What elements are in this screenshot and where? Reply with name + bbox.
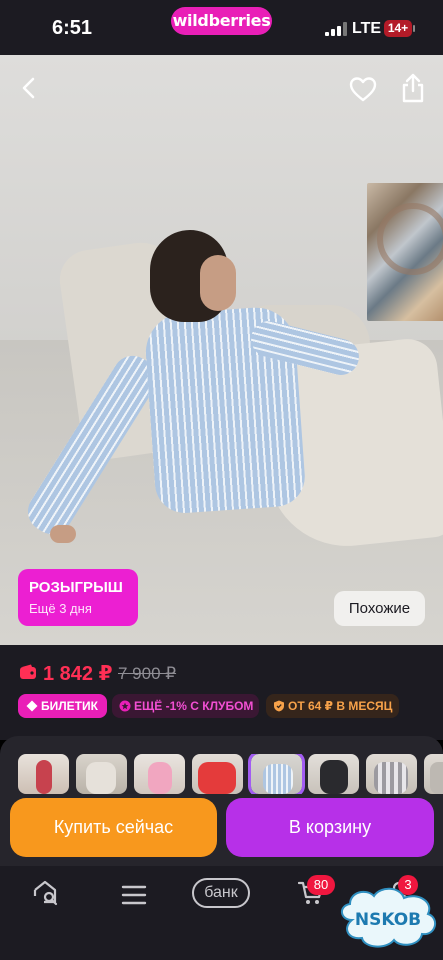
old-price: 7 900 ₽ (118, 664, 177, 683)
buy-now-button[interactable]: Купить сейчас (10, 798, 217, 857)
variant-thumb[interactable] (308, 754, 359, 794)
catalog-icon[interactable] (121, 884, 147, 906)
current-price: 1 842 ₽ (43, 663, 113, 685)
variant-thumb[interactable] (424, 754, 443, 794)
bank-tab-label: банк (204, 884, 238, 901)
promo-title: РОЗЫГРЫШ (29, 579, 123, 596)
club-icon (119, 700, 131, 712)
nskob-watermark: NSKOB (334, 882, 442, 952)
promo-subtitle: Ещё 3 дня (29, 601, 92, 616)
photo-face (200, 255, 236, 311)
product-photo[interactable] (0, 55, 443, 645)
add-to-cart-label: В корзину (288, 817, 372, 837)
similar-label: Похожие (348, 600, 411, 617)
ticket-icon (26, 700, 38, 712)
status-bar: 6:51 wildberries LTE 14+ (0, 0, 443, 55)
promo-giveaway-badge[interactable]: РОЗЫГРЫШ Ещё 3 дня (18, 569, 138, 626)
battery-level: 14+ (387, 21, 409, 35)
photo-hand (50, 525, 76, 543)
bank-tab[interactable]: банк (192, 878, 250, 908)
logo-text: wildberries (172, 11, 271, 30)
share-icon[interactable] (400, 72, 426, 104)
cart-badge-count: 80 (313, 877, 329, 892)
heart-icon[interactable] (348, 74, 378, 104)
buy-now-label: Купить сейчас (53, 817, 174, 837)
shield-icon (274, 700, 284, 712)
photo-painting (367, 183, 443, 321)
battery-icon: 14+ (384, 20, 412, 37)
cart-badge: 80 (307, 875, 335, 895)
back-icon[interactable] (16, 75, 42, 101)
variant-thumb-selected[interactable] (248, 754, 305, 794)
variant-thumb[interactable] (366, 754, 417, 794)
wildberries-logo: wildberries (171, 7, 272, 35)
club-discount-chip[interactable]: ЕЩЁ -1% С КЛУБОМ (112, 694, 259, 718)
add-to-cart-button[interactable]: В корзину (226, 798, 434, 857)
variant-thumb[interactable] (76, 754, 127, 794)
wallet-icon (19, 664, 37, 680)
battery-tip (413, 25, 415, 32)
ticket-chip[interactable]: БИЛЕТИК (18, 694, 107, 718)
similar-button[interactable]: Похожие (334, 591, 425, 626)
color-variants-list[interactable] (18, 754, 443, 794)
ticket-chip-label: БИЛЕТИК (41, 699, 98, 713)
variant-thumb[interactable] (192, 754, 243, 794)
status-time: 6:51 (52, 17, 93, 39)
installment-chip[interactable]: ОТ 64 ₽ В МЕСЯЦ (266, 694, 399, 718)
price-panel (0, 645, 443, 740)
club-chip-label: ЕЩЁ -1% С КЛУБОМ (134, 699, 254, 713)
svg-text:NSKOB: NSKOB (355, 910, 421, 930)
home-search-icon[interactable] (32, 878, 60, 906)
variant-thumb[interactable] (18, 754, 69, 794)
installment-chip-label: ОТ 64 ₽ В МЕСЯЦ (288, 699, 393, 713)
variant-thumb[interactable] (134, 754, 185, 794)
signal-icon (325, 22, 347, 36)
network-label: LTE (352, 20, 382, 37)
